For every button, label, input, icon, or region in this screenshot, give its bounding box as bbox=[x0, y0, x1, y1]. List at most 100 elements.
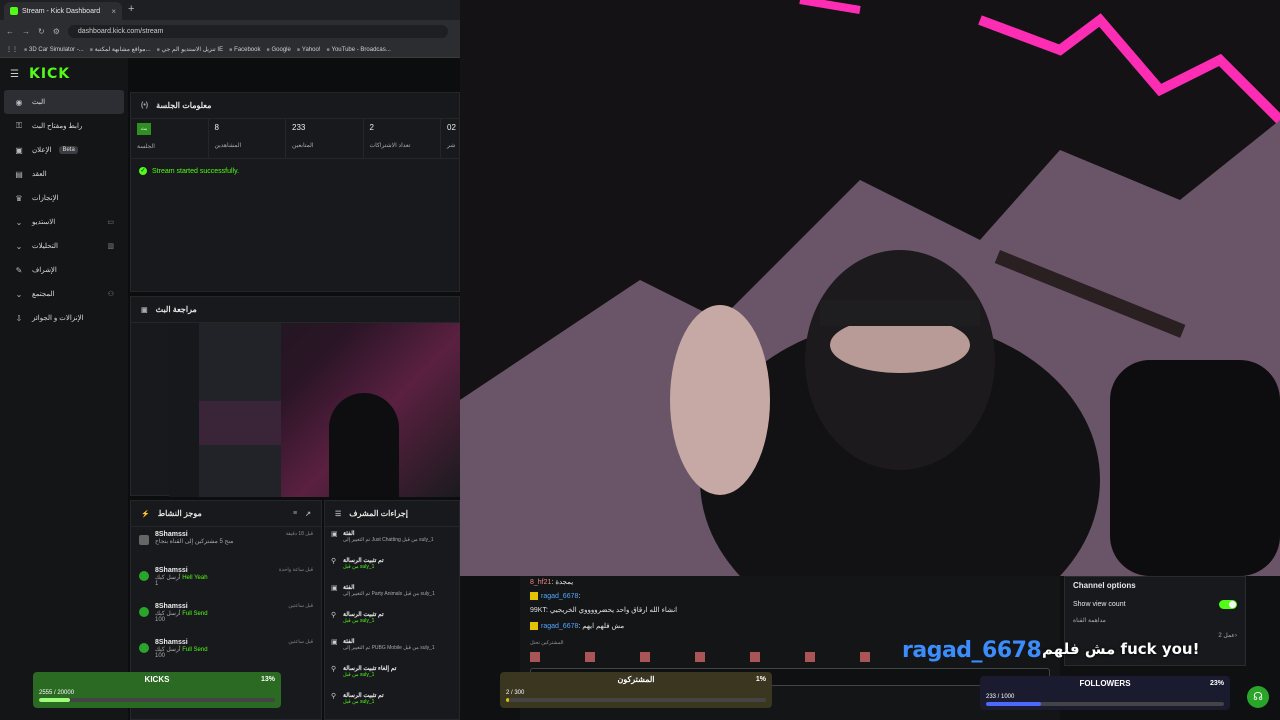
activity-kick-name: Full Send bbox=[182, 611, 208, 617]
mod-title: الفئة bbox=[343, 639, 355, 645]
sidebar-item-stream[interactable]: ◉ البث bbox=[4, 90, 124, 114]
stat-viewers: 8 المشاهدين bbox=[209, 119, 286, 158]
activity-user[interactable]: 8Shamssi bbox=[155, 639, 282, 646]
stream-preview[interactable] bbox=[169, 323, 461, 497]
bookmark[interactable]: Facebook bbox=[229, 47, 260, 53]
emote-icon[interactable] bbox=[640, 652, 650, 662]
sidebar-item-studio[interactable]: ⌄ الاستديو ▭ bbox=[4, 210, 124, 234]
mod-row: ⚲ تم تثبيت الرسالة من قبل suly_1 bbox=[325, 689, 459, 716]
category-icon: ▣ bbox=[331, 585, 338, 592]
goal-title: المشتركون bbox=[617, 675, 655, 684]
sidebar-item-drops[interactable]: ⇩ الإنزالات و الجوائز bbox=[4, 306, 124, 330]
pin-icon: ⚲ bbox=[331, 693, 337, 700]
beta-badge: Beta bbox=[59, 146, 78, 154]
chevron-down-icon: ⌄ bbox=[15, 217, 23, 227]
emote-icon[interactable] bbox=[805, 652, 815, 662]
sidebar-item-ads[interactable]: ▣ الإعلان Beta bbox=[4, 138, 124, 162]
chat-message: ragad_6678: مش فلهم ايهم bbox=[530, 622, 625, 631]
activity-user[interactable]: 8Shamssi bbox=[155, 567, 273, 574]
emote-icon[interactable] bbox=[695, 652, 705, 662]
bookmark[interactable]: 3D Car Simulator -... bbox=[24, 47, 84, 53]
kick-icon bbox=[139, 643, 149, 653]
chat-username[interactable]: 99KT bbox=[530, 607, 546, 614]
url-field[interactable]: dashboard.kick.com/stream bbox=[67, 24, 448, 38]
sidebar-item-analytics[interactable]: ⌄ التحليلات ▥ bbox=[4, 234, 124, 258]
activity-row: 8Shamssi منح 5 مشتركين إلى القناة بنجاح ق… bbox=[131, 527, 321, 563]
sidebar-item-stream-key[interactable]: ⚿ رابط ومفتاح البث bbox=[4, 114, 124, 138]
bookmark[interactable]: Yahoo! bbox=[297, 47, 321, 53]
forward-icon[interactable]: → bbox=[22, 27, 30, 36]
goal-title: KICKS bbox=[144, 675, 170, 684]
stream-status: ✓ Stream started successfully. bbox=[131, 159, 459, 183]
preview-streamer-image bbox=[329, 393, 399, 497]
chat-text: : مش فلهم ايهم bbox=[578, 623, 625, 630]
stat-value: 8 bbox=[214, 123, 219, 132]
emote-icon[interactable] bbox=[530, 652, 540, 662]
bookmarks-bar: ⋮⋮ 3D Car Simulator -... مواقع مشابهة لم… bbox=[0, 42, 460, 58]
contract-icon: ▤ bbox=[15, 169, 23, 179]
emote-icon[interactable] bbox=[750, 652, 760, 662]
chat-message: ragad_6678: bbox=[530, 592, 580, 600]
sidebar-item-community[interactable]: ⌄ المجتمع ⚇ bbox=[4, 282, 124, 306]
show-view-count-label: Show view count bbox=[1073, 601, 1126, 608]
modlog-title: إجراءات المشرف bbox=[349, 509, 408, 518]
kicks-goal: KICKS 13% 2555 / 20000 bbox=[33, 672, 281, 708]
streamer-hand-shape bbox=[670, 305, 770, 495]
popout-icon[interactable]: ↗ bbox=[305, 510, 311, 518]
chat-text: : يمجدة bbox=[551, 579, 574, 586]
back-icon[interactable]: ← bbox=[6, 27, 14, 36]
site-info-icon[interactable]: ⚙ bbox=[53, 27, 60, 36]
emote-icon[interactable] bbox=[585, 652, 595, 662]
raid-row[interactable]: مداهمة القناة bbox=[1073, 617, 1237, 624]
apps-icon[interactable]: ⋮⋮ bbox=[6, 46, 18, 53]
bookmark[interactable]: YouTube - Broadcas... bbox=[326, 47, 391, 53]
goal-title: FOLLOWERS bbox=[1079, 679, 1131, 688]
mod-row: ⚲ تم تثبيت الرسالة من قبل suly_1 bbox=[325, 608, 459, 635]
mod-row: ▣ الفئة تم التغيير إلى PUBG Mobile من قبل … bbox=[325, 635, 459, 662]
activity-user[interactable]: 8Shamssi bbox=[155, 603, 282, 610]
sidebar-item-achievements[interactable]: ♛ الإنجازات bbox=[4, 186, 124, 210]
panel-header: ▣ مراجعة البث bbox=[131, 297, 459, 323]
sidebar-item-label: الاستديو bbox=[32, 219, 56, 226]
webcam-video bbox=[460, 0, 1280, 576]
activity-text: منح 5 مشتركين إلى القناة بنجاح bbox=[155, 539, 234, 545]
hamburger-menu-icon[interactable]: ☰ bbox=[10, 69, 19, 80]
activity-user[interactable]: 8Shamssi bbox=[155, 531, 280, 538]
options-row[interactable]: عمل 2 › bbox=[1073, 632, 1237, 640]
bookmark[interactable]: تنزيل الاستديو الم جي IE bbox=[157, 46, 223, 53]
goal-fill bbox=[986, 702, 1041, 706]
chat-username[interactable]: 8_hf21 bbox=[530, 579, 551, 586]
category-icon: ▣ bbox=[331, 531, 338, 538]
chat-username[interactable]: ragad_6678 bbox=[541, 593, 578, 600]
show-view-count-toggle[interactable] bbox=[1219, 600, 1237, 609]
new-tab-button[interactable]: + bbox=[128, 3, 134, 15]
sidebar-item-moderation[interactable]: ✎ الإشراف bbox=[4, 258, 124, 282]
moderation-icon: ✎ bbox=[15, 265, 23, 275]
session-title: معلومات الجلسة bbox=[156, 101, 212, 110]
goal-count: 2 / 300 bbox=[506, 690, 525, 696]
panel-header: (•) معلومات الجلسة bbox=[131, 93, 459, 119]
chevron-down-icon: ⌄ bbox=[15, 289, 23, 299]
dashboard-main: (•) معلومات الجلسة بث الجلسة 8 المشاهدين 2… bbox=[128, 58, 461, 720]
stat-value: 2 bbox=[369, 123, 374, 132]
gift-icon bbox=[139, 535, 149, 545]
emote-icon[interactable] bbox=[860, 652, 870, 662]
sidebar-item-label: التحليلات bbox=[32, 243, 58, 250]
bookmark[interactable]: Google bbox=[266, 47, 291, 53]
pin-icon: ⚲ bbox=[331, 612, 337, 619]
support-chat-button[interactable]: ☊ bbox=[1247, 686, 1269, 708]
bookmark[interactable]: مواقع مشابهة لمكتبة... bbox=[90, 46, 151, 53]
activity-kick-name: Hell Yeah bbox=[182, 575, 208, 581]
mod-title: تم تثبيت الرسالة bbox=[343, 612, 384, 618]
sidebar-item-contract[interactable]: ▤ العقد bbox=[4, 162, 124, 186]
kick-logo[interactable]: KICK bbox=[29, 66, 70, 82]
reload-icon[interactable]: ↻ bbox=[38, 27, 45, 36]
chat-username[interactable]: ragad_6678 bbox=[541, 623, 578, 630]
stat-label: تعداد الاشتراكات bbox=[369, 143, 411, 149]
filter-icon[interactable]: ≡ bbox=[293, 510, 297, 517]
tab-close-icon[interactable]: × bbox=[111, 7, 116, 16]
browser-tab[interactable]: Stream - Kick Dashboard × bbox=[4, 2, 122, 20]
sub-badge-icon bbox=[530, 592, 538, 600]
bandana-shape bbox=[820, 300, 980, 326]
activity-time: قبل ساعتين bbox=[288, 603, 313, 609]
